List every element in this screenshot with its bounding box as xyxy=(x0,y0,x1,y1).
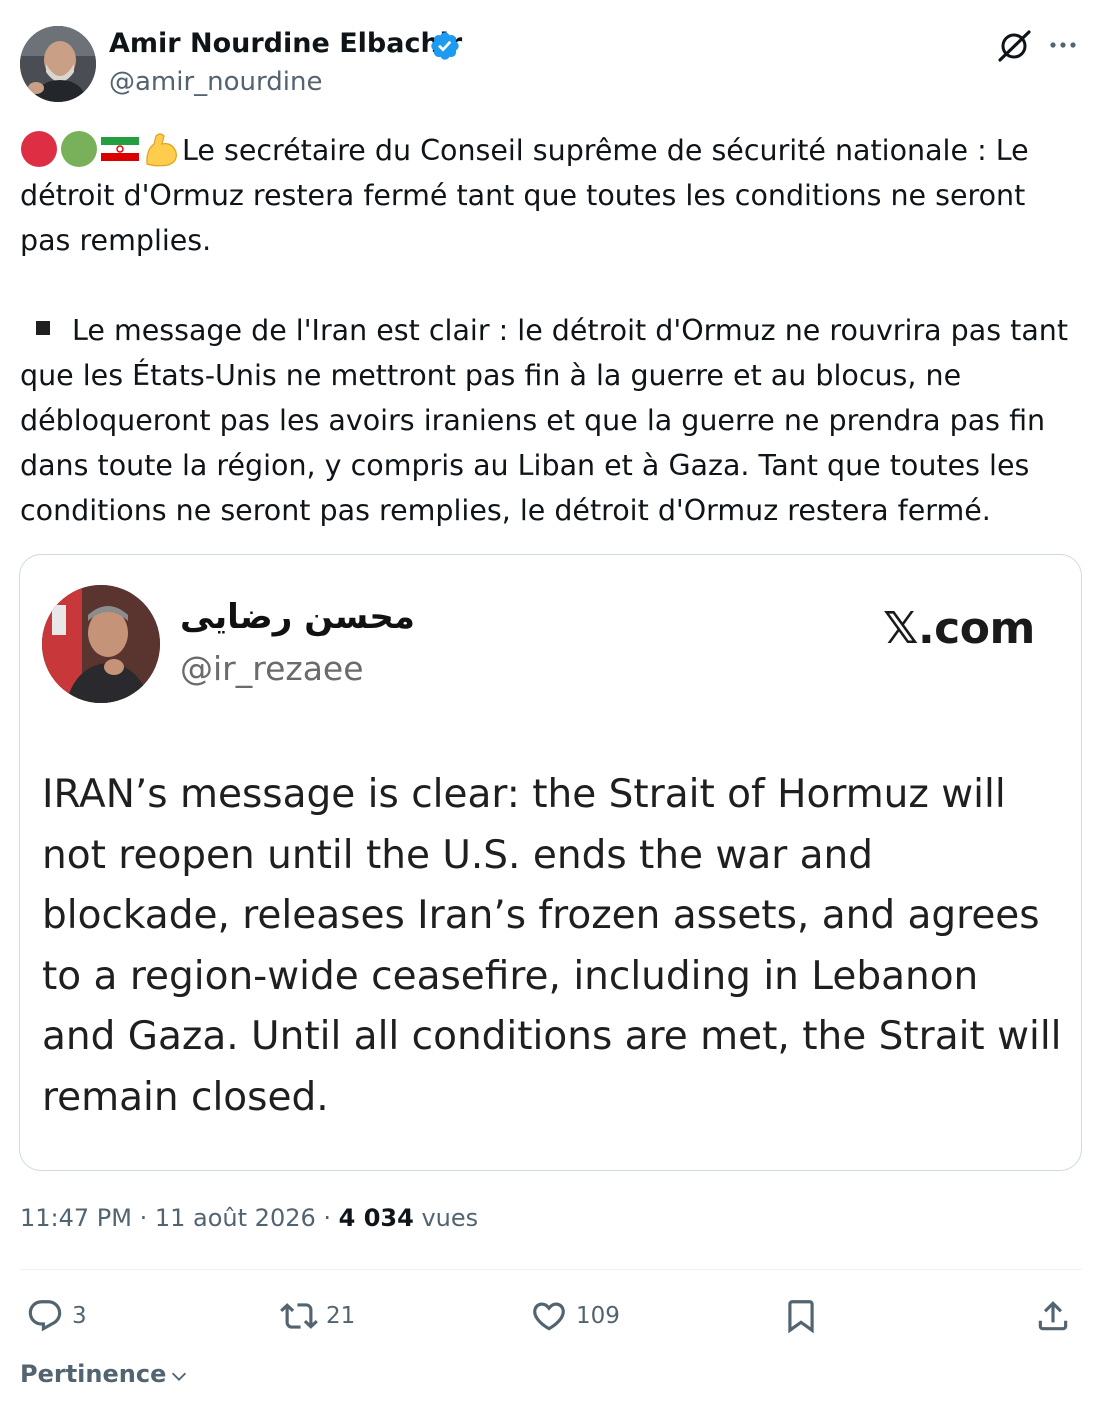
embedded-author-handle: @ir_rezaee xyxy=(180,649,364,688)
flexed-biceps-icon xyxy=(146,133,177,167)
views-label: vues xyxy=(421,1204,479,1232)
embedded-card[interactable]: محسن رضایی @ir_rezaee 𝕏.com IRAN’s messa… xyxy=(19,554,1082,1171)
author-name[interactable]: Amir Nourdine Elbachir xyxy=(109,28,462,59)
author-avatar[interactable] xyxy=(20,26,96,102)
divider xyxy=(20,1269,1082,1270)
black-square-icon xyxy=(36,321,50,335)
share-button[interactable] xyxy=(1034,1294,1080,1338)
reply-count: 3 xyxy=(72,1303,87,1329)
embedded-author-name: محسن رضایی xyxy=(180,597,415,637)
grok-icon[interactable] xyxy=(996,28,1032,64)
iran-flag-icon xyxy=(101,137,139,161)
like-count: 109 xyxy=(576,1303,620,1329)
embedded-text: IRAN’s message is clear: the Strait of H… xyxy=(42,772,1062,1120)
repost-count: 21 xyxy=(326,1303,356,1329)
more-options-icon[interactable] xyxy=(1046,28,1080,62)
sort-dropdown[interactable]: Pertinence xyxy=(20,1360,190,1388)
tweet-paragraph-1: Le secrétaire du Conseil suprême de sécu… xyxy=(20,128,1080,263)
views-count: 4 034 xyxy=(338,1204,414,1232)
red-circle-icon xyxy=(21,131,57,167)
bookmark-icon xyxy=(788,1300,814,1334)
meta-separator: · xyxy=(131,1204,155,1232)
reply-icon xyxy=(28,1300,62,1332)
share-icon xyxy=(1038,1301,1068,1331)
embedded-site-label: 𝕏.com xyxy=(883,603,1035,654)
bookmark-button[interactable] xyxy=(782,1294,828,1338)
tweet-paragraph-2: Le message de l'Iran est clair : le détr… xyxy=(20,308,1080,533)
repost-icon xyxy=(280,1303,318,1329)
like-button[interactable]: 109 xyxy=(530,1294,620,1338)
tweet-text: Le secrétaire du Conseil suprême de sécu… xyxy=(20,128,1080,533)
tweet-time[interactable]: 11:47 PM xyxy=(20,1204,132,1232)
author-handle[interactable]: @amir_nourdine xyxy=(109,67,322,97)
verified-badge-icon xyxy=(431,32,459,60)
green-circle-icon xyxy=(61,131,97,167)
repost-button[interactable]: 21 xyxy=(280,1294,355,1338)
tweet-paragraph-2-text: Le message de l'Iran est clair : le détr… xyxy=(20,314,1069,527)
tweet-meta: 11:47 PM · 11 août 2026 · 4 034 vues xyxy=(20,1204,478,1232)
heart-icon xyxy=(533,1302,565,1331)
sort-label: Pertinence xyxy=(20,1360,167,1388)
chevron-down-icon xyxy=(172,1372,187,1381)
meta-separator: · xyxy=(315,1204,339,1232)
reply-button[interactable]: 3 xyxy=(26,1294,87,1338)
embedded-avatar xyxy=(42,585,160,703)
tweet-date[interactable]: 11 août 2026 xyxy=(155,1204,316,1232)
